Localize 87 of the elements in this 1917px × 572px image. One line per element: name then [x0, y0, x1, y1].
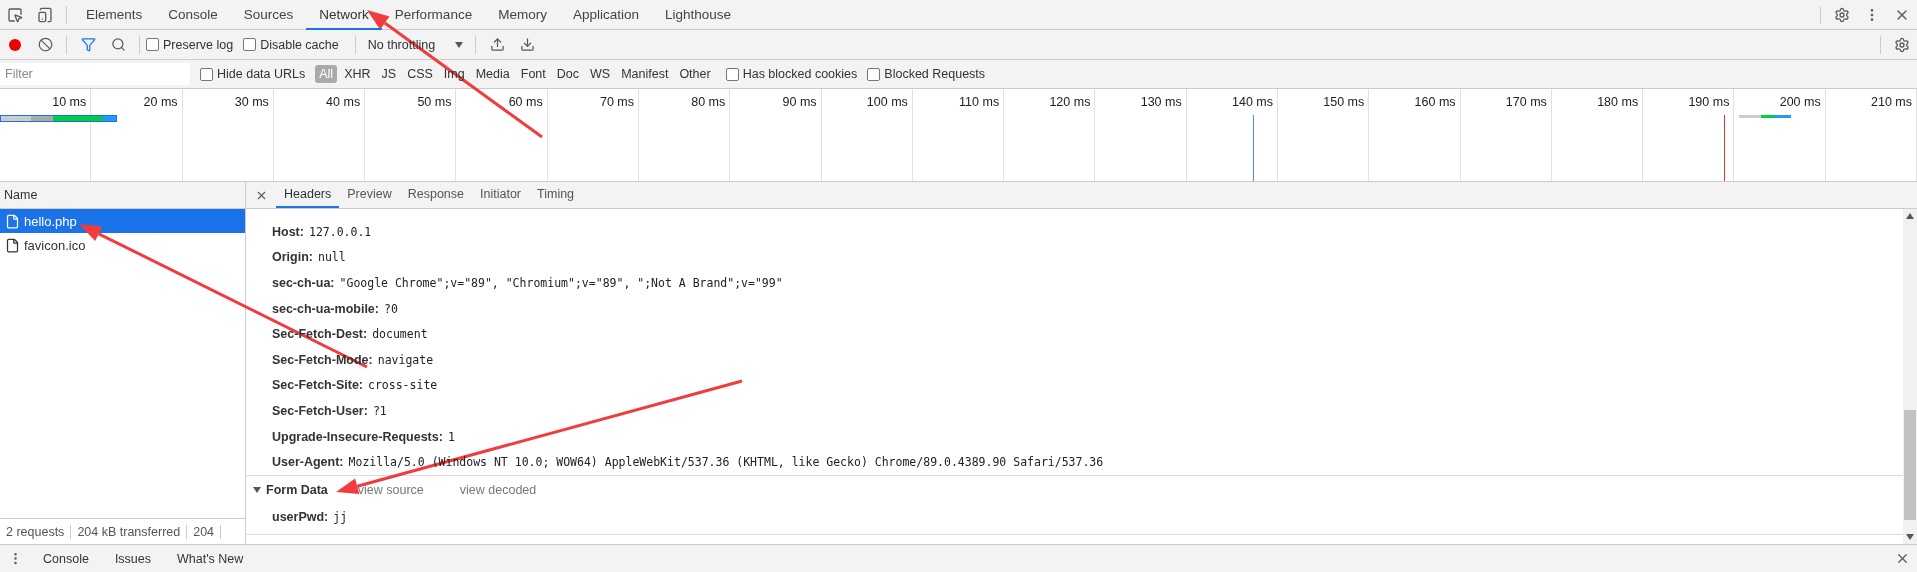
drawer-tab[interactable]: What's New [164, 551, 257, 566]
header-value: ?1 [372, 403, 387, 418]
tick-label: 10 ms [52, 95, 87, 109]
drawer-tab[interactable]: Console [30, 551, 102, 566]
header-value: 127.0.0.1 [308, 224, 372, 239]
header-value: "Google Chrome";v="89", "Chromium";v="89", ";Not A Brand";v="99" [339, 276, 783, 290]
tick-label: 170 ms [1505, 95, 1547, 109]
header-name: Origin: [272, 250, 313, 265]
detail-tab[interactable]: Timing [529, 182, 583, 208]
header-value: cross-site [368, 378, 438, 393]
tick-label: 180 ms [1597, 95, 1639, 109]
tick-label: 60 ms [508, 95, 543, 109]
tick-label: 120 ms [1049, 95, 1091, 109]
status-text: 204 kB transferred [71, 524, 188, 539]
checkbox[interactable]: Hide data URLs [200, 67, 306, 81]
header-value: document [372, 327, 428, 342]
type-filter[interactable]: Media [471, 65, 514, 83]
waterfall-bar [1739, 115, 1791, 118]
type-filter[interactable]: CSS [403, 65, 437, 83]
tick-label: 90 ms [782, 95, 817, 109]
type-filter[interactable]: WS [586, 65, 615, 83]
tick-label: 100 ms [866, 95, 908, 109]
panel-tab[interactable]: Console [155, 0, 231, 30]
panel-tab[interactable]: Application [559, 0, 652, 30]
tick-label: 80 ms [691, 95, 726, 109]
tick-label: 20 ms [143, 95, 178, 109]
tick-label: 70 ms [599, 95, 634, 109]
header-name: User-Agent: [272, 455, 344, 470]
tick-label: 140 ms [1232, 95, 1273, 109]
panel-tab[interactable]: Sources [230, 0, 307, 30]
panel-tab[interactable]: Lighthouse [651, 0, 745, 30]
header-value: navigate [377, 352, 434, 367]
section-title: Form Data [266, 482, 328, 497]
header-value: ?0 [383, 301, 398, 316]
expand-triangle-icon[interactable] [252, 484, 262, 495]
type-filter[interactable]: XHR [340, 65, 375, 83]
tick-label: 190 ms [1688, 95, 1730, 109]
view-link[interactable]: view source [357, 482, 424, 497]
detail-tab[interactable]: Response [399, 182, 472, 208]
tick-label: 160 ms [1414, 95, 1456, 109]
load-line [1724, 115, 1725, 181]
header-name: Sec-Fetch-Site: [272, 378, 363, 393]
header-value: 1 [447, 429, 455, 444]
tick-label: 40 ms [326, 95, 361, 109]
tick-label: 150 ms [1323, 95, 1365, 109]
type-filter[interactable]: JS [377, 65, 401, 83]
panel-tab[interactable]: Elements [73, 0, 156, 30]
field-name: userPwd: [272, 509, 329, 524]
request-name: hello.php [24, 213, 77, 229]
column-header: Name [0, 182, 245, 209]
panel-tab[interactable]: Memory [485, 0, 560, 30]
tick-label: 130 ms [1140, 95, 1182, 109]
header-name: Upgrade-Insecure-Requests: [272, 429, 443, 444]
detail-tab[interactable]: Initiator [472, 182, 529, 208]
tick-label: 210 ms [1871, 95, 1912, 109]
file-icon [5, 213, 20, 229]
panel-tab[interactable]: Performance [381, 0, 486, 30]
request-name: favicon.ico [24, 237, 86, 253]
type-filter[interactable]: Font [516, 65, 550, 83]
header-name: sec-ch-ua: [272, 276, 335, 290]
checkbox[interactable]: Has blocked cookies [725, 67, 858, 81]
filter-field[interactable]: Filter [0, 63, 190, 85]
detail-tab[interactable]: Headers [276, 182, 340, 208]
tick-label: 30 ms [234, 95, 269, 109]
type-filter[interactable]: Doc [552, 65, 583, 83]
header-name: Sec-Fetch-User: [272, 403, 368, 418]
header-value: null [317, 250, 346, 265]
type-filter[interactable]: Manifest [617, 65, 673, 83]
checkbox[interactable]: Blocked Requests [867, 67, 986, 81]
status-text: 2 requests [0, 524, 72, 539]
header-name: Host: [272, 224, 304, 239]
checkbox[interactable]: Preserve log [146, 37, 234, 52]
dom-loaded-line [1253, 115, 1254, 181]
tick-label: 50 ms [417, 95, 452, 109]
view-link[interactable]: view decoded [459, 482, 537, 497]
field-value: jj [333, 509, 348, 524]
checkbox[interactable]: Disable cache [243, 37, 339, 52]
drawer-tab[interactable]: Issues [101, 551, 164, 566]
status-text: 204 [187, 524, 222, 539]
detail-tab[interactable]: Preview [339, 182, 400, 208]
type-filter[interactable]: Other [675, 65, 715, 83]
file-icon [5, 237, 20, 253]
scrollbar[interactable] [1903, 209, 1917, 544]
tick-label: 200 ms [1779, 95, 1821, 109]
tick-label: 110 ms [959, 95, 1000, 109]
request-row[interactable]: hello.php [0, 209, 245, 233]
header-name: sec-ch-ua-mobile: [272, 301, 379, 316]
